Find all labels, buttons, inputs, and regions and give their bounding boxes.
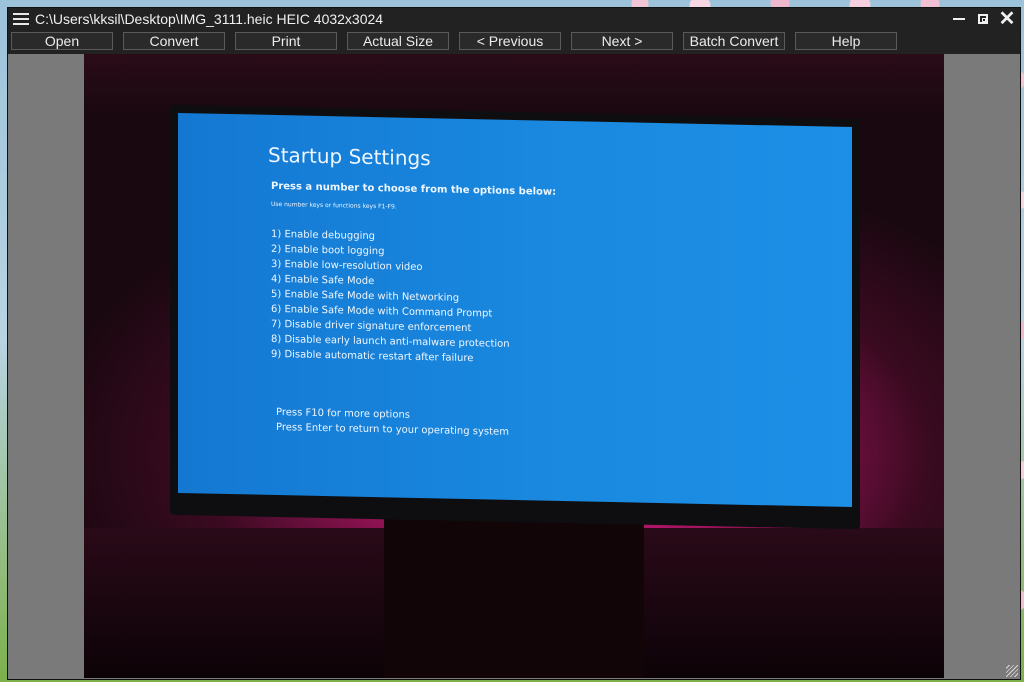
- restore-icon: [978, 14, 988, 24]
- print-button[interactable]: Print: [235, 32, 337, 50]
- title-bar[interactable]: C:\Users\kksil\Desktop\IMG_3111.heic HEI…: [8, 8, 1020, 30]
- resize-grip-icon[interactable]: [1006, 665, 1018, 677]
- minimize-icon: [953, 18, 965, 20]
- hamburger-menu-icon[interactable]: [13, 13, 29, 25]
- heic-viewer-window: C:\Users\kksil\Desktop\IMG_3111.heic HEI…: [7, 7, 1021, 680]
- close-icon: ✕: [998, 8, 1016, 30]
- photo-monitor: Startup Settings Press a number to choos…: [170, 104, 860, 530]
- help-button[interactable]: Help: [795, 32, 897, 50]
- startup-options-list: 1) Enable debugging 2) Enable boot loggi…: [271, 227, 510, 367]
- actual-size-button[interactable]: Actual Size: [347, 32, 449, 50]
- startup-settings-screen: Startup Settings Press a number to choos…: [178, 112, 852, 508]
- restore-button[interactable]: [974, 10, 992, 28]
- toolbar: Open Convert Print Actual Size < Previou…: [11, 32, 1020, 52]
- displayed-photo: Startup Settings Press a number to choos…: [84, 54, 944, 678]
- close-button[interactable]: ✕: [998, 8, 1016, 30]
- image-viewport[interactable]: Startup Settings Press a number to choos…: [8, 54, 1020, 679]
- screen-title: Startup Settings: [268, 142, 431, 171]
- convert-button[interactable]: Convert: [123, 32, 225, 50]
- screen-hint: Use number keys or functions keys F1-F9.: [271, 200, 397, 211]
- screen-subtitle: Press a number to choose from the option…: [271, 180, 557, 198]
- window-title: C:\Users\kksil\Desktop\IMG_3111.heic HEI…: [35, 11, 384, 27]
- minimize-button[interactable]: [950, 10, 968, 28]
- screen-footer: Press F10 for more options Press Enter t…: [276, 405, 509, 440]
- previous-button[interactable]: < Previous: [459, 32, 561, 50]
- open-button[interactable]: Open: [11, 32, 113, 50]
- next-button[interactable]: Next >: [571, 32, 673, 50]
- batch-convert-button[interactable]: Batch Convert: [683, 32, 785, 50]
- monitor-stand: [384, 509, 644, 678]
